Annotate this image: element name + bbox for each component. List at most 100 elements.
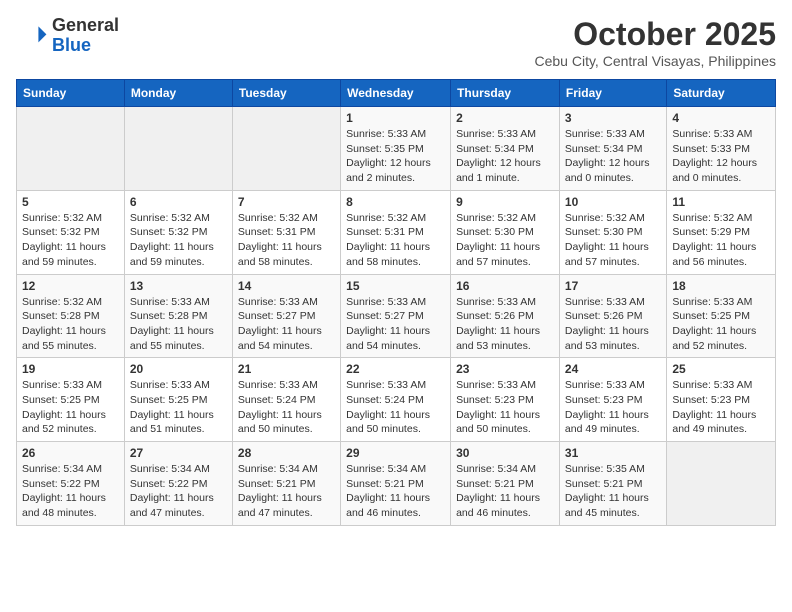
day-number: 18 bbox=[672, 279, 770, 293]
calendar-cell: 3Sunrise: 5:33 AM Sunset: 5:34 PM Daylig… bbox=[559, 107, 666, 191]
day-number: 22 bbox=[346, 362, 445, 376]
day-number: 5 bbox=[22, 195, 119, 209]
day-number: 12 bbox=[22, 279, 119, 293]
calendar-cell: 24 Sunrise: 5:33 AM Sunset: 5:23 PM Dayli… bbox=[559, 358, 666, 442]
calendar-cell bbox=[232, 107, 340, 191]
day-info: Sunrise: 5:33 AM Sunset: 5:25 PM Dayligh… bbox=[22, 378, 119, 437]
calendar-cell: 21 Sunrise: 5:33 AM Sunset: 5:24 PM Dayli… bbox=[232, 358, 340, 442]
week-row-5: 26 Sunrise: 5:34 AM Sunset: 5:22 PM Dayli… bbox=[17, 442, 776, 526]
day-info: Sunrise: 5:32 AM Sunset: 5:29 PM Dayligh… bbox=[672, 211, 770, 270]
day-info: Sunrise: 5:32 AM Sunset: 5:30 PM Dayligh… bbox=[456, 211, 554, 270]
calendar-cell: 14 Sunrise: 5:33 AM Sunset: 5:27 PM Dayli… bbox=[232, 274, 340, 358]
title-block: October 2025 Cebu City, Central Visayas,… bbox=[535, 16, 777, 69]
calendar-cell: 1 Sunrise: 5:33 AM Sunset: 5:35 PM Daylig… bbox=[341, 107, 451, 191]
calendar-cell: 31 Sunrise: 5:35 AM Sunset: 5:21 PM Dayli… bbox=[559, 442, 666, 526]
day-number: 17 bbox=[565, 279, 661, 293]
day-number: 29 bbox=[346, 446, 445, 460]
day-number: 21 bbox=[238, 362, 335, 376]
calendar-cell: 23 Sunrise: 5:33 AM Sunset: 5:23 PM Dayli… bbox=[451, 358, 560, 442]
week-row-1: 1 Sunrise: 5:33 AM Sunset: 5:35 PM Daylig… bbox=[17, 107, 776, 191]
calendar-cell: 30Sunrise: 5:34 AM Sunset: 5:21 PM Dayli… bbox=[451, 442, 560, 526]
day-info: Sunrise: 5:33 AM Sunset: 5:25 PM Dayligh… bbox=[130, 378, 227, 437]
calendar-cell: 11 Sunrise: 5:32 AM Sunset: 5:29 PM Dayli… bbox=[667, 190, 776, 274]
month-title: October 2025 bbox=[535, 16, 777, 53]
day-info: Sunrise: 5:32 AM Sunset: 5:32 PM Dayligh… bbox=[22, 211, 119, 270]
day-info: Sunrise: 5:33 AM Sunset: 5:26 PM Dayligh… bbox=[565, 295, 661, 354]
week-row-4: 19 Sunrise: 5:33 AM Sunset: 5:25 PM Dayli… bbox=[17, 358, 776, 442]
day-number: 24 bbox=[565, 362, 661, 376]
calendar-cell: 12Sunrise: 5:32 AM Sunset: 5:28 PM Dayli… bbox=[17, 274, 125, 358]
day-info: Sunrise: 5:34 AM Sunset: 5:22 PM Dayligh… bbox=[22, 462, 119, 521]
day-info: Sunrise: 5:33 AM Sunset: 5:23 PM Dayligh… bbox=[565, 378, 661, 437]
calendar-cell bbox=[667, 442, 776, 526]
day-number: 15 bbox=[346, 279, 445, 293]
calendar-cell bbox=[17, 107, 125, 191]
week-row-3: 12Sunrise: 5:32 AM Sunset: 5:28 PM Dayli… bbox=[17, 274, 776, 358]
day-number: 27 bbox=[130, 446, 227, 460]
day-info: Sunrise: 5:33 AM Sunset: 5:35 PM Dayligh… bbox=[346, 127, 445, 186]
calendar-cell: 8Sunrise: 5:32 AM Sunset: 5:31 PM Daylig… bbox=[341, 190, 451, 274]
day-number: 31 bbox=[565, 446, 661, 460]
calendar-header: SundayMondayTuesdayWednesdayThursdayFrid… bbox=[17, 80, 776, 107]
day-number: 14 bbox=[238, 279, 335, 293]
day-info: Sunrise: 5:33 AM Sunset: 5:28 PM Dayligh… bbox=[130, 295, 227, 354]
day-info: Sunrise: 5:33 AM Sunset: 5:23 PM Dayligh… bbox=[672, 378, 770, 437]
day-number: 7 bbox=[238, 195, 335, 209]
calendar-cell: 10 Sunrise: 5:32 AM Sunset: 5:30 PM Dayli… bbox=[559, 190, 666, 274]
calendar-cell: 5 Sunrise: 5:32 AM Sunset: 5:32 PM Daylig… bbox=[17, 190, 125, 274]
calendar-cell: 15Sunrise: 5:33 AM Sunset: 5:27 PM Dayli… bbox=[341, 274, 451, 358]
calendar-cell: 29 Sunrise: 5:34 AM Sunset: 5:21 PM Dayli… bbox=[341, 442, 451, 526]
calendar-cell: 26 Sunrise: 5:34 AM Sunset: 5:22 PM Dayli… bbox=[17, 442, 125, 526]
calendar-cell: 16 Sunrise: 5:33 AM Sunset: 5:26 PM Dayli… bbox=[451, 274, 560, 358]
day-number: 16 bbox=[456, 279, 554, 293]
header-cell-thursday: Thursday bbox=[451, 80, 560, 107]
calendar-cell: 4 Sunrise: 5:33 AM Sunset: 5:33 PM Daylig… bbox=[667, 107, 776, 191]
day-info: Sunrise: 5:33 AM Sunset: 5:24 PM Dayligh… bbox=[346, 378, 445, 437]
calendar-cell: 22 Sunrise: 5:33 AM Sunset: 5:24 PM Dayli… bbox=[341, 358, 451, 442]
day-info: Sunrise: 5:33 AM Sunset: 5:25 PM Dayligh… bbox=[672, 295, 770, 354]
calendar-cell bbox=[124, 107, 232, 191]
day-info: Sunrise: 5:33 AM Sunset: 5:34 PM Dayligh… bbox=[565, 127, 661, 186]
location-title: Cebu City, Central Visayas, Philippines bbox=[535, 53, 777, 69]
day-number: 28 bbox=[238, 446, 335, 460]
day-info: Sunrise: 5:32 AM Sunset: 5:30 PM Dayligh… bbox=[565, 211, 661, 270]
day-number: 6 bbox=[130, 195, 227, 209]
day-info: Sunrise: 5:35 AM Sunset: 5:21 PM Dayligh… bbox=[565, 462, 661, 521]
day-info: Sunrise: 5:34 AM Sunset: 5:21 PM Dayligh… bbox=[456, 462, 554, 521]
day-number: 2 bbox=[456, 111, 554, 125]
day-info: Sunrise: 5:34 AM Sunset: 5:21 PM Dayligh… bbox=[238, 462, 335, 521]
day-info: Sunrise: 5:33 AM Sunset: 5:24 PM Dayligh… bbox=[238, 378, 335, 437]
day-info: Sunrise: 5:33 AM Sunset: 5:23 PM Dayligh… bbox=[456, 378, 554, 437]
day-info: Sunrise: 5:33 AM Sunset: 5:26 PM Dayligh… bbox=[456, 295, 554, 354]
calendar-cell: 20Sunrise: 5:33 AM Sunset: 5:25 PM Dayli… bbox=[124, 358, 232, 442]
day-number: 10 bbox=[565, 195, 661, 209]
calendar-cell: 2 Sunrise: 5:33 AM Sunset: 5:34 PM Daylig… bbox=[451, 107, 560, 191]
calendar-cell: 28 Sunrise: 5:34 AM Sunset: 5:21 PM Dayli… bbox=[232, 442, 340, 526]
day-number: 23 bbox=[456, 362, 554, 376]
day-info: Sunrise: 5:33 AM Sunset: 5:33 PM Dayligh… bbox=[672, 127, 770, 186]
day-number: 19 bbox=[22, 362, 119, 376]
calendar-cell: 9 Sunrise: 5:32 AM Sunset: 5:30 PM Daylig… bbox=[451, 190, 560, 274]
logo: General Blue bbox=[16, 16, 119, 56]
header-cell-saturday: Saturday bbox=[667, 80, 776, 107]
day-number: 9 bbox=[456, 195, 554, 209]
week-row-2: 5 Sunrise: 5:32 AM Sunset: 5:32 PM Daylig… bbox=[17, 190, 776, 274]
day-info: Sunrise: 5:32 AM Sunset: 5:31 PM Dayligh… bbox=[238, 211, 335, 270]
day-info: Sunrise: 5:33 AM Sunset: 5:27 PM Dayligh… bbox=[238, 295, 335, 354]
day-info: Sunrise: 5:32 AM Sunset: 5:32 PM Dayligh… bbox=[130, 211, 227, 270]
day-number: 4 bbox=[672, 111, 770, 125]
calendar-cell: 17 Sunrise: 5:33 AM Sunset: 5:26 PM Dayli… bbox=[559, 274, 666, 358]
header-cell-sunday: Sunday bbox=[17, 80, 125, 107]
day-info: Sunrise: 5:33 AM Sunset: 5:34 PM Dayligh… bbox=[456, 127, 554, 186]
header-cell-tuesday: Tuesday bbox=[232, 80, 340, 107]
day-info: Sunrise: 5:34 AM Sunset: 5:21 PM Dayligh… bbox=[346, 462, 445, 521]
calendar-cell: 25Sunrise: 5:33 AM Sunset: 5:23 PM Dayli… bbox=[667, 358, 776, 442]
calendar-body: 1 Sunrise: 5:33 AM Sunset: 5:35 PM Daylig… bbox=[17, 107, 776, 526]
day-number: 11 bbox=[672, 195, 770, 209]
calendar-cell: 13Sunrise: 5:33 AM Sunset: 5:28 PM Dayli… bbox=[124, 274, 232, 358]
logo-text: General Blue bbox=[52, 16, 119, 56]
page-header: General Blue October 2025 Cebu City, Cen… bbox=[16, 16, 776, 69]
header-cell-wednesday: Wednesday bbox=[341, 80, 451, 107]
day-number: 26 bbox=[22, 446, 119, 460]
day-number: 1 bbox=[346, 111, 445, 125]
